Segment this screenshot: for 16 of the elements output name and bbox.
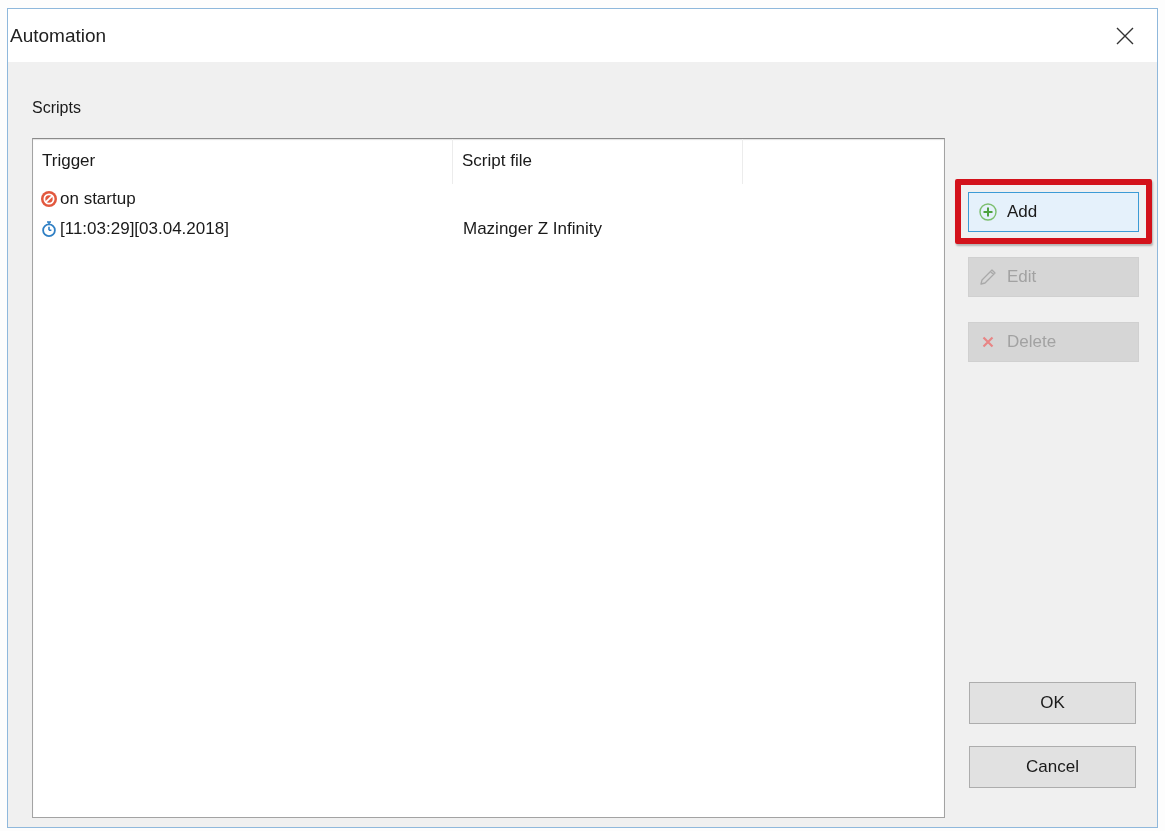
column-header[interactable]: Script file: [453, 139, 743, 184]
group-label: Scripts: [32, 98, 81, 118]
trigger-text: on startup: [60, 189, 136, 209]
prohibited-icon: [41, 191, 57, 207]
script-file-name: Mazinger Z Infinity: [463, 219, 602, 239]
add-button[interactable]: Add: [968, 192, 1139, 232]
close-icon: [1116, 26, 1134, 45]
trigger-text: [11:03:29][03.04.2018]: [60, 219, 229, 239]
window-title: Automation: [10, 24, 107, 47]
ok-button[interactable]: OK: [969, 682, 1136, 724]
column-header[interactable]: Trigger: [33, 139, 453, 184]
stopwatch-icon: [41, 221, 57, 237]
plus-circle-icon: [979, 203, 997, 221]
cross-icon: [982, 336, 994, 348]
cancel-button[interactable]: Cancel: [969, 746, 1136, 788]
pencil-icon: [979, 268, 997, 286]
